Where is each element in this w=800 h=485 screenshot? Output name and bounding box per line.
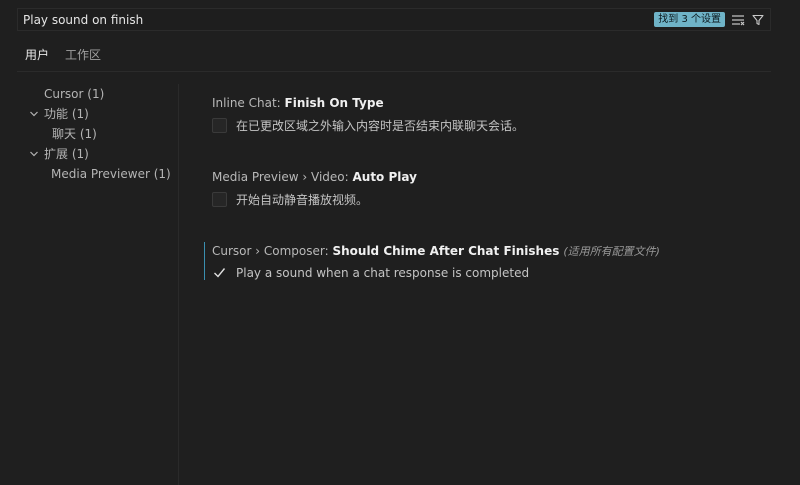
setting-name: Auto Play [352,170,417,184]
setting-description: 在已更改区域之外输入内容时是否结束内联聊天会话。 [236,119,525,133]
setting-category: Media Preview › Video: [212,170,353,184]
toc-item-label: Cursor (1) [44,87,105,101]
setting-inline-chat-finish-on-type: Inline Chat: Finish On Type 在已更改区域之外输入内容… [204,94,764,134]
search-result-count-badge: 找到 3 个设置 [654,12,725,27]
setting-description: Play a sound when a chat response is com… [236,265,530,280]
settings-search-input[interactable] [18,9,655,30]
setting-checkbox[interactable] [212,265,227,280]
setting-cursor-composer-chime: Cursor › Composer: Should Chime After Ch… [204,242,764,280]
setting-media-preview-auto-play: Media Preview › Video: Auto Play 开始自动静音播… [204,168,764,208]
setting-checkbox[interactable] [212,118,227,133]
filter-list-icon[interactable] [730,12,746,28]
settings-scope-tabs: 用户 工作区 [17,42,109,72]
chevron-down-icon[interactable] [29,149,39,159]
settings-toc: Cursor (1) 功能 (1) 聊天 (1) 扩展 (1) Media Pr… [22,84,172,184]
tab-workspace[interactable]: 工作区 [57,42,109,72]
setting-scope-note: (适用所有配置文件) [563,245,660,258]
setting-title: Cursor › Composer: Should Chime After Ch… [212,242,764,260]
chevron-down-icon[interactable] [29,109,39,119]
setting-name: Finish On Type [284,96,384,110]
toc-item-label: 扩展 (1) [44,147,89,161]
setting-category: Cursor › Composer: [212,244,333,258]
setting-category: Inline Chat: [212,96,285,110]
checkmark-icon [214,268,226,278]
setting-title: Inline Chat: Finish On Type [212,94,764,112]
toc-item-label: 聊天 (1) [52,127,97,141]
tab-user[interactable]: 用户 [17,42,58,72]
setting-description: 开始自动静音播放视频。 [236,193,369,207]
tabs-divider [17,71,771,72]
setting-name: Should Chime After Chat Finishes [332,244,560,258]
toc-item-media-previewer[interactable]: Media Previewer (1) [22,164,172,184]
toc-item-extensions[interactable]: 扩展 (1) [22,144,172,164]
toc-item-cursor[interactable]: Cursor (1) [22,84,172,104]
setting-checkbox[interactable] [212,192,227,207]
toc-item-label: 功能 (1) [44,107,89,121]
settings-search-bar: 找到 3 个设置 [17,8,771,31]
funnel-icon[interactable] [750,12,766,28]
panel-divider [178,84,179,485]
setting-title: Media Preview › Video: Auto Play [212,168,764,186]
toc-item-chat[interactable]: 聊天 (1) [22,124,172,144]
toc-item-label: Media Previewer (1) [51,167,171,181]
toc-item-features[interactable]: 功能 (1) [22,104,172,124]
